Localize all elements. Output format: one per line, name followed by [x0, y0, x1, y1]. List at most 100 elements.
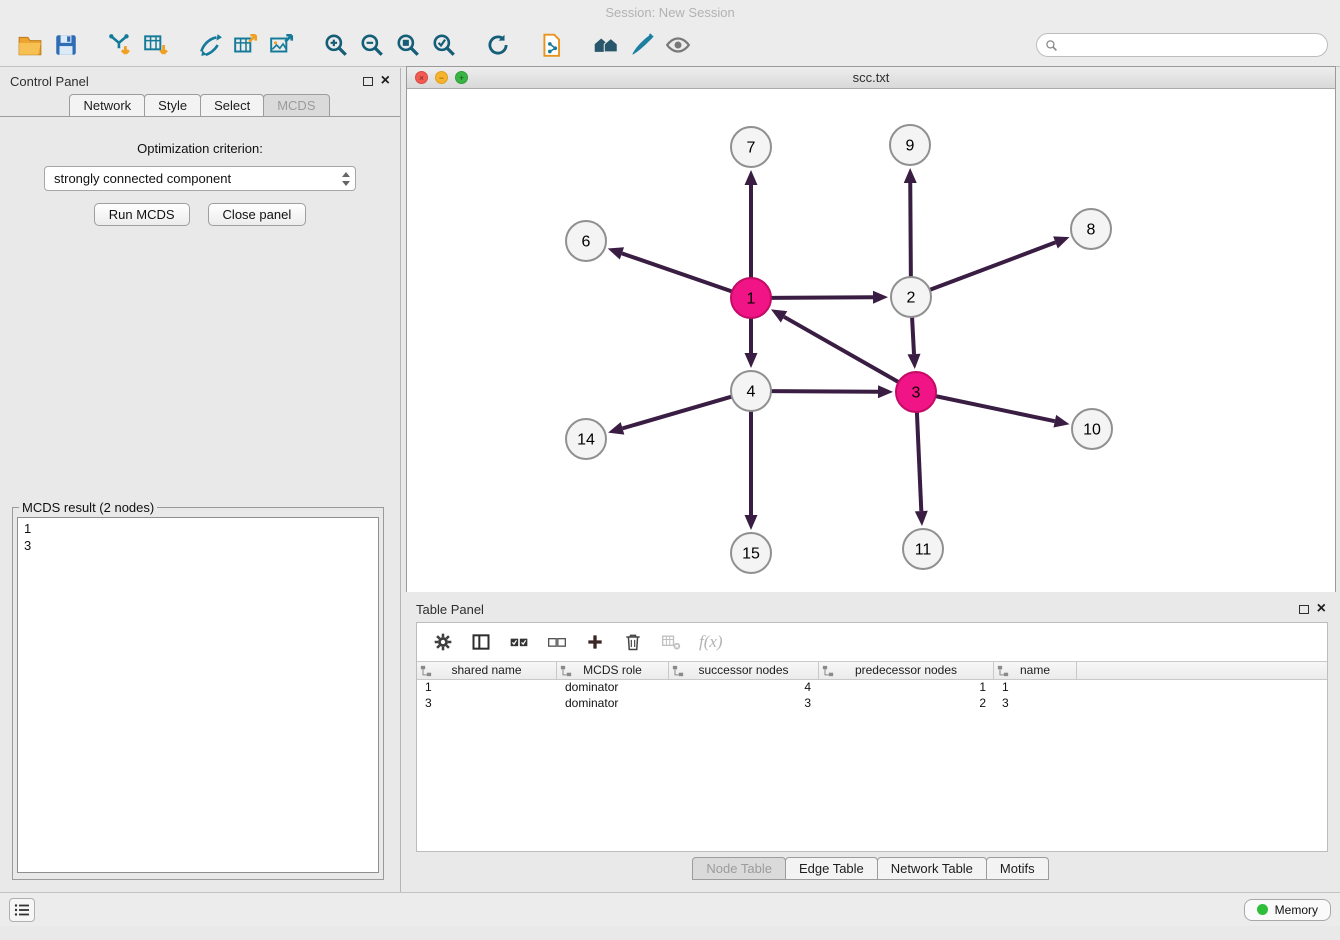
- clipboard-network-icon[interactable]: [534, 28, 570, 62]
- application-window: Session: New Session: [0, 0, 1340, 926]
- graph-edge-arrowhead: [1053, 236, 1069, 248]
- open-folder-icon[interactable]: [12, 28, 48, 62]
- tab-select[interactable]: Select: [200, 94, 264, 117]
- search-field[interactable]: [1036, 33, 1328, 57]
- graph-node-label: 3: [912, 385, 921, 402]
- mcds-result-list[interactable]: 13: [17, 517, 379, 873]
- cell-shared_name: 3: [417, 696, 557, 712]
- network-graph[interactable]: 7968124314101511: [407, 89, 1335, 592]
- cell-successor_nodes: 4: [669, 680, 819, 696]
- tab-mcds[interactable]: MCDS: [263, 94, 329, 117]
- graph-edge-3-1[interactable]: [784, 317, 899, 382]
- add-column-icon[interactable]: [585, 632, 605, 652]
- select-all-icon[interactable]: [509, 632, 529, 652]
- tab-edge-table[interactable]: Edge Table: [785, 857, 878, 880]
- column-type-icon: [420, 665, 432, 677]
- table-panel-title: Table Panel: [416, 602, 1291, 617]
- import-table-icon[interactable]: [138, 28, 174, 62]
- graph-edge-arrowhead: [745, 515, 758, 530]
- graph-edge-2-3[interactable]: [912, 317, 914, 354]
- control-panel: Control Panel × NetworkStyleSelectMCDS O…: [0, 68, 401, 892]
- window-minimize-button[interactable]: −: [435, 71, 448, 84]
- refresh-icon[interactable]: [480, 28, 516, 62]
- graph-edge-2-8[interactable]: [930, 242, 1056, 290]
- graph-node-label: 9: [906, 138, 915, 155]
- close-panel-icon[interactable]: ×: [381, 76, 390, 86]
- graph-edge-arrowhead: [745, 170, 758, 185]
- style-brush-icon[interactable]: [624, 28, 660, 62]
- graph-edge-arrowhead: [908, 354, 921, 369]
- tab-style[interactable]: Style: [144, 94, 201, 117]
- graph-node-label: 14: [577, 432, 595, 449]
- table-row[interactable]: 1dominator411: [417, 680, 1327, 696]
- window-close-button[interactable]: ×: [415, 71, 428, 84]
- close-panel-button[interactable]: Close panel: [208, 203, 307, 226]
- table-row[interactable]: 3dominator323: [417, 696, 1327, 712]
- control-panel-tabs: NetworkStyleSelectMCDS: [0, 94, 400, 117]
- window-zoom-button[interactable]: +: [455, 71, 468, 84]
- graph-node-label: 1: [747, 291, 756, 308]
- memory-button[interactable]: Memory: [1244, 899, 1331, 921]
- float-panel-icon[interactable]: [363, 77, 373, 86]
- tab-node-table[interactable]: Node Table: [692, 857, 786, 880]
- status-bar: Memory: [0, 892, 1340, 926]
- search-icon: [1045, 39, 1058, 52]
- cell-name: 3: [994, 696, 1077, 712]
- export-table-icon[interactable]: [228, 28, 264, 62]
- column-header-mcds_role[interactable]: MCDS role: [557, 662, 669, 679]
- zoom-out-icon[interactable]: [354, 28, 390, 62]
- node-table-container: f(x) shared nameMCDS rolesuccessor nodes…: [416, 622, 1328, 852]
- column-type-icon: [560, 665, 572, 677]
- graph-edge-4-14[interactable]: [622, 397, 731, 429]
- graph-edge-arrowhead: [1053, 415, 1069, 428]
- column-header-shared_name[interactable]: shared name: [417, 662, 557, 679]
- delete-column-icon[interactable]: [623, 632, 643, 652]
- graph-edge-1-2[interactable]: [771, 297, 873, 298]
- tab-network-table[interactable]: Network Table: [877, 857, 987, 880]
- table-settings-gear-icon[interactable]: [433, 632, 453, 652]
- graph-edge-3-10[interactable]: [936, 396, 1055, 421]
- tab-motifs[interactable]: Motifs: [986, 857, 1049, 880]
- graph-node-label: 15: [742, 546, 760, 563]
- graph-edge-3-11[interactable]: [917, 412, 921, 511]
- table-panel: Table Panel ×: [406, 596, 1336, 888]
- show-panels-icon[interactable]: [9, 898, 35, 922]
- show-graphics-details-icon[interactable]: [660, 28, 696, 62]
- graph-node-label: 7: [747, 140, 756, 157]
- first-neighbors-icon[interactable]: [588, 28, 624, 62]
- zoom-selected-icon[interactable]: [426, 28, 462, 62]
- control-panel-title: Control Panel: [10, 74, 355, 89]
- graph-edge-1-6[interactable]: [622, 253, 732, 291]
- zoom-in-icon[interactable]: [318, 28, 354, 62]
- export-image-icon[interactable]: [264, 28, 300, 62]
- mcds-result-group: MCDS result (2 nodes) 13: [12, 500, 384, 880]
- cell-shared_name: 1: [417, 680, 557, 696]
- save-icon[interactable]: [48, 28, 84, 62]
- tab-network[interactable]: Network: [69, 94, 145, 117]
- share-network-icon[interactable]: [192, 28, 228, 62]
- network-window-titlebar[interactable]: × − + scc.txt: [407, 67, 1335, 89]
- table-header-row: shared nameMCDS rolesuccessor nodesprede…: [417, 661, 1327, 680]
- table-panel-tabs: Node TableEdge TableNetwork TableMotifs: [406, 857, 1336, 880]
- column-header-successor_nodes[interactable]: successor nodes: [669, 662, 819, 679]
- table-body: 1dominator4113dominator323: [417, 680, 1327, 712]
- run-mcds-button[interactable]: Run MCDS: [94, 203, 190, 226]
- column-header-predecessor_nodes[interactable]: predecessor nodes: [819, 662, 994, 679]
- graph-edge-2-9[interactable]: [910, 183, 911, 277]
- close-table-panel-icon[interactable]: ×: [1317, 604, 1326, 614]
- show-columns-icon[interactable]: [471, 632, 491, 652]
- graph-edge-arrowhead: [608, 422, 624, 434]
- import-network-icon[interactable]: [102, 28, 138, 62]
- float-table-panel-icon[interactable]: [1299, 605, 1309, 614]
- memory-status-dot: [1257, 904, 1268, 915]
- main-toolbar: [0, 24, 1340, 67]
- deselect-all-icon[interactable]: [547, 632, 567, 652]
- zoom-fit-icon[interactable]: [390, 28, 426, 62]
- graph-node-label: 10: [1083, 422, 1101, 439]
- mcds-result-line: 1: [24, 520, 372, 537]
- search-input[interactable]: [1063, 38, 1319, 53]
- select-spinner-icon: [341, 171, 351, 187]
- column-header-name[interactable]: name: [994, 662, 1077, 679]
- graph-edge-4-3[interactable]: [771, 391, 878, 392]
- criterion-select[interactable]: strongly connected component: [44, 166, 356, 191]
